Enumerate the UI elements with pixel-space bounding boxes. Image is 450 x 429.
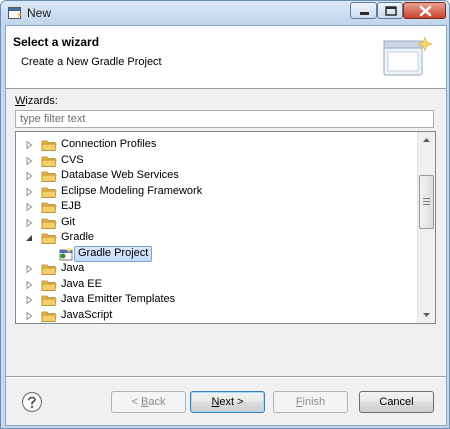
tree-item-label: Git [61,215,76,228]
tree-item-label: Gradle Project [74,245,153,262]
tree-item-label: Eclipse Modeling Framework [61,184,203,197]
scroll-down-arrow-icon[interactable] [418,306,435,323]
minimize-icon [360,12,369,15]
folder-icon [41,295,57,306]
cancel-button[interactable]: Cancel [359,391,434,413]
finish-button-mnemonic: F [295,396,303,408]
wizards-label-mnemonic: W [15,95,26,107]
expand-arrow-icon[interactable] [25,280,33,289]
button-bar-separator [6,376,446,378]
expand-arrow-icon[interactable] [25,203,33,211]
header-title: Select a wizard [13,35,100,49]
header-description: Create a New Gradle Project [21,56,162,68]
tree-item-label: Connection Profiles [61,138,157,150]
folder-icon [41,218,57,229]
maximize-button[interactable] [377,2,403,19]
collapse-arrow-icon[interactable] [25,234,33,242]
close-button[interactable] [403,2,446,19]
minimize-button[interactable] [350,2,377,19]
next-button[interactable]: Next > [190,391,265,413]
wizard-tree[interactable]: Connection Profiles CVS Database Web Servi… [15,131,436,324]
wizard-banner-icon [383,36,433,76]
folder-icon [41,171,57,182]
thumb-grip [423,198,430,199]
back-button-label: ack [148,396,166,408]
expand-arrow-icon[interactable] [25,172,33,180]
expand-arrow-icon[interactable] [25,296,33,304]
folder-icon [41,140,57,151]
maximize-icon [385,6,397,16]
title-bar[interactable]: New [1,1,449,25]
tree-item-label: Java [61,262,85,274]
tree-item-label: Gradle [61,231,95,243]
tree-item-label: Database Web Services [61,169,179,181]
folder-icon [41,280,57,291]
tree-item-label: CVS [61,153,84,166]
tree-item-label: Java EE [61,277,102,290]
tree-item[interactable]: EJB [16,199,418,215]
finish-button-label: inish [302,396,326,408]
folder-icon [41,311,57,322]
vertical-scrollbar[interactable] [417,132,435,323]
back-button-prefix: < [131,396,141,408]
expand-arrow-icon[interactable] [25,156,33,165]
dialog-window: New Select a wizard Create a New Gradle … [0,0,450,429]
wizard-header: Select a wizard Create a New Gradle Proj… [6,26,446,89]
tree-item-label: EJB [61,200,82,212]
expand-arrow-icon[interactable] [25,311,33,320]
tree-item-child[interactable]: Gradle Project [16,245,418,262]
gradle-project-icon [59,246,73,260]
expand-arrow-icon[interactable] [25,187,33,196]
thumb-grip [423,201,430,202]
back-button[interactable]: < Back [111,391,186,413]
tree-item[interactable]: JavaScript [16,308,418,324]
tree-item-label: Java Emitter Templates [61,293,176,305]
scrollbar-thumb[interactable] [419,175,434,229]
tree-item-label: JavaScript [61,308,113,321]
help-icon[interactable] [21,391,43,413]
tree-item[interactable]: Java Emitter Templates [16,292,418,308]
tree-item[interactable]: Eclipse Modeling Framework [16,184,418,200]
dialog-client-area: Select a wizard Create a New Gradle Proj… [5,25,447,426]
tree-item[interactable]: Connection Profiles [16,137,418,153]
thumb-grip [423,204,430,205]
folder-icon [41,233,57,244]
tree-item[interactable]: CVS [16,153,418,169]
folder-icon [41,156,57,167]
expand-arrow-icon[interactable] [25,141,33,149]
scroll-up-arrow-icon[interactable] [418,132,435,149]
filter-input[interactable] [15,110,434,128]
expand-arrow-icon[interactable] [25,265,33,273]
tree-item[interactable]: Gradle [16,230,418,246]
window-title: New [27,6,52,20]
folder-icon [41,264,57,275]
eclipse-app-icon [8,7,21,19]
finish-button[interactable]: Finish [273,391,348,413]
tree-item[interactable]: Java [16,261,418,277]
wizards-label-text: izards: [25,95,58,107]
folder-icon [41,187,57,198]
expand-arrow-icon[interactable] [25,218,33,227]
wizards-label: Wizards: [15,95,58,107]
tree-item[interactable]: Java EE [16,277,418,293]
folder-icon [41,202,57,213]
tree-item[interactable]: Git [16,215,418,231]
close-icon [419,5,432,17]
tree-item[interactable]: Database Web Services [16,168,418,184]
next-button-label: ext > [219,396,244,408]
